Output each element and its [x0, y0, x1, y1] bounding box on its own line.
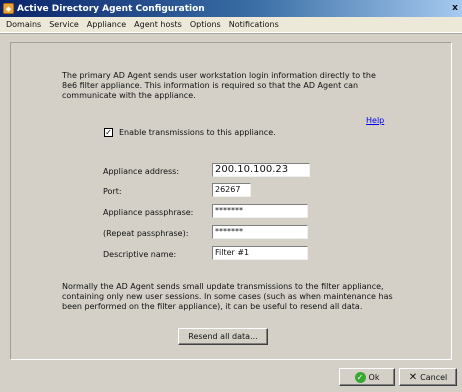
port-label: Port: [103, 187, 122, 196]
menu-options[interactable]: Options [186, 20, 225, 29]
port-field[interactable]: 26267 [212, 183, 251, 197]
menu-agent-hosts[interactable]: Agent hosts [130, 20, 186, 29]
menu-appliance[interactable]: Appliance [83, 20, 130, 29]
resend-all-data-button[interactable]: Resend all data... [178, 328, 268, 345]
cancel-label: Cancel [420, 372, 448, 382]
close-x-icon: ✕ [408, 371, 418, 383]
enable-label: Enable transmissions to this appliance. [119, 128, 276, 137]
menu-notifications[interactable]: Notifications [225, 20, 283, 29]
close-icon[interactable]: x [450, 2, 460, 14]
resend-label: Resend all data... [188, 332, 258, 341]
ok-label: Ok [368, 372, 380, 382]
resend-note: Normally the AD Agent sends small update… [62, 282, 393, 311]
enable-checkbox[interactable]: ✓ [104, 128, 113, 137]
cancel-button[interactable]: ✕ Cancel [399, 368, 457, 386]
window-title: Active Directory Agent Configuration [17, 3, 205, 14]
descriptive-name-label: Descriptive name: [103, 250, 177, 259]
passphrase-field[interactable]: ******* [212, 204, 308, 218]
app-icon: ◆ [3, 3, 14, 14]
ok-button[interactable]: ✓ Ok [339, 368, 395, 386]
menu-domains[interactable]: Domains [2, 20, 45, 29]
help-link[interactable]: Help [366, 116, 384, 125]
title-bar: ◆ Active Directory Agent Configuration x [0, 0, 462, 17]
repeat-passphrase-label: (Repeat passphrase): [103, 229, 189, 238]
passphrase-label: Appliance passphrase: [103, 208, 194, 217]
repeat-passphrase-field[interactable]: ******* [212, 225, 308, 239]
check-icon: ✓ [354, 371, 366, 383]
enable-transmissions-row: ✓ Enable transmissions to this appliance… [104, 128, 276, 137]
descriptive-name-field[interactable]: Filter #1 [212, 246, 308, 260]
appliance-address-label: Appliance address: [103, 167, 180, 176]
menu-bar: Domains Service Appliance Agent hosts Op… [0, 17, 462, 33]
menu-separator [0, 33, 462, 34]
intro-text: The primary AD Agent sends user workstat… [62, 71, 376, 100]
appliance-address-field[interactable]: 200.10.100.23 [212, 163, 310, 177]
menu-service[interactable]: Service [45, 20, 83, 29]
